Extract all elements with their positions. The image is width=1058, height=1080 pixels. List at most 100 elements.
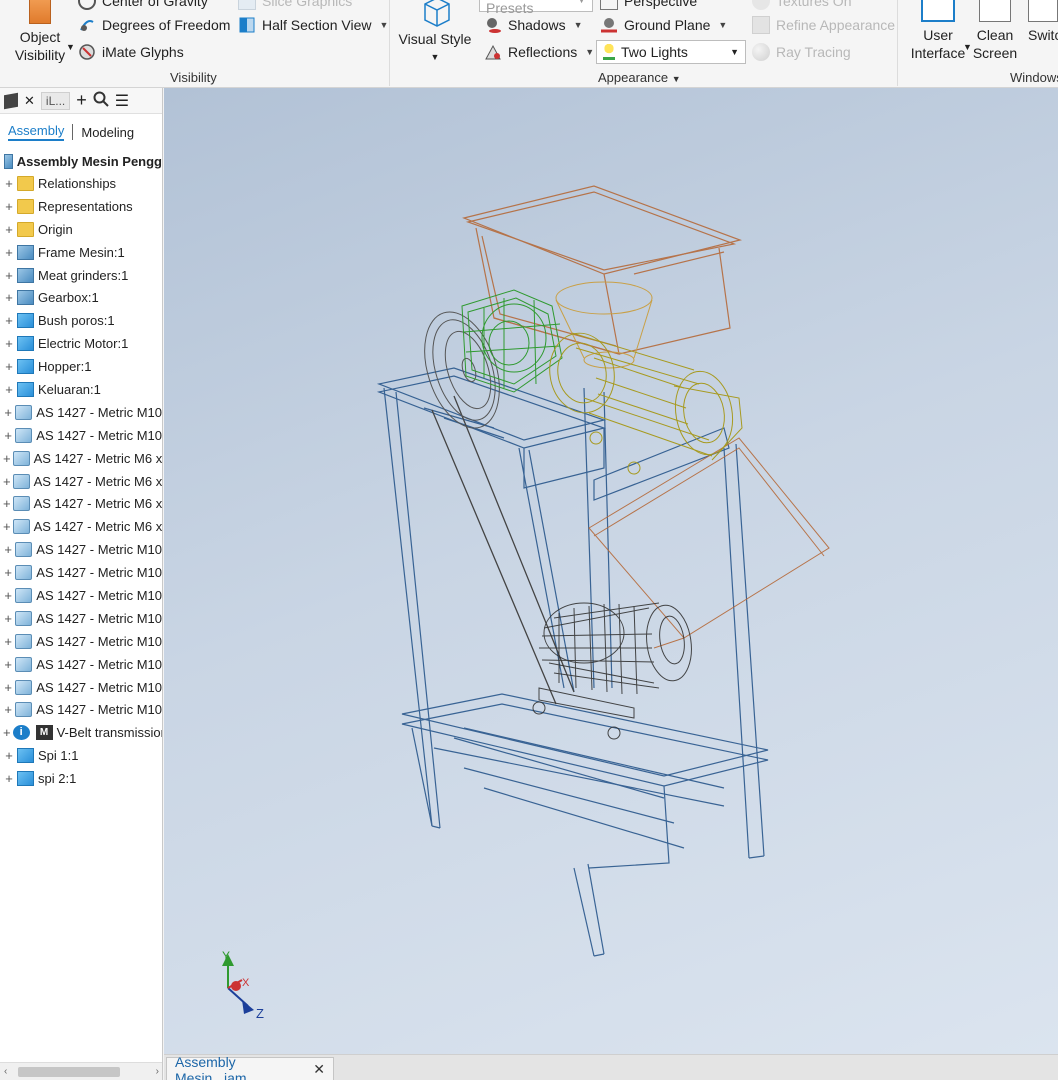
object-visibility-button[interactable]: Object Visibility <box>10 0 70 64</box>
switch-button[interactable]: Switch <box>1024 0 1058 44</box>
tree-item[interactable]: + Bush poros:1 <box>0 309 162 332</box>
close-tab-icon[interactable]: ✕ <box>313 1061 325 1078</box>
expand-icon[interactable]: + <box>3 725 11 740</box>
tree-item[interactable]: + i M V-Belt transmission <box>0 721 162 744</box>
imate-glyphs-button[interactable]: iMate Glyphs <box>78 43 184 61</box>
tree-item[interactable]: + Relationships <box>0 172 162 195</box>
tree-item[interactable]: + AS 1427 - Metric M10 <box>0 424 162 447</box>
expand-icon[interactable]: + <box>3 428 13 443</box>
expand-icon[interactable]: + <box>3 565 13 580</box>
reflections-button[interactable]: Reflections ▼ <box>484 43 594 61</box>
expand-icon[interactable]: + <box>3 382 15 397</box>
browser-close-icon[interactable]: ✕ <box>24 93 35 109</box>
shadows-caret[interactable]: ▼ <box>574 20 583 30</box>
info-icon: i <box>12 725 30 741</box>
expand-icon[interactable]: + <box>3 176 15 191</box>
expand-icon[interactable]: + <box>3 405 13 420</box>
expand-icon[interactable]: + <box>3 519 11 534</box>
tree-item[interactable]: + AS 1427 - Metric M10 <box>0 698 162 721</box>
tree-item[interactable]: + Meat grinders:1 <box>0 264 162 287</box>
visual-style-caret[interactable]: ▼ <box>398 48 472 66</box>
tree-item[interactable]: + AS 1427 - Metric M10 <box>0 584 162 607</box>
reflections-caret[interactable]: ▼ <box>585 47 594 57</box>
expand-icon[interactable]: + <box>3 474 11 489</box>
document-tab[interactable]: Assembly Mesin...iam ✕ <box>166 1054 334 1080</box>
expand-icon[interactable]: + <box>3 313 15 328</box>
shadows-button[interactable]: Shadows ▼ <box>484 16 583 34</box>
degrees-of-freedom-icon <box>78 16 96 34</box>
ground-plane-caret[interactable]: ▼ <box>718 20 727 30</box>
ground-plane-button[interactable]: Ground Plane ▼ <box>600 16 727 34</box>
expand-icon[interactable]: + <box>3 336 15 351</box>
tree-item[interactable]: + AS 1427 - Metric M10 <box>0 538 162 561</box>
visual-style-button[interactable]: Visual Style ▼ <box>398 0 472 66</box>
expand-icon[interactable]: + <box>3 634 13 649</box>
menu-icon[interactable]: ☰ <box>115 91 129 111</box>
scroll-left-icon[interactable]: ‹ <box>4 1066 7 1077</box>
tree-item[interactable]: + AS 1427 - Metric M6 x <box>0 492 162 515</box>
expand-icon[interactable]: + <box>3 657 13 672</box>
tree-item[interactable]: + AS 1427 - Metric M10 <box>0 676 162 699</box>
object-visibility-caret[interactable]: ▼ <box>66 42 75 52</box>
tree-item[interactable]: + AS 1427 - Metric M6 x <box>0 447 162 470</box>
expand-icon[interactable]: + <box>3 496 11 511</box>
expand-icon[interactable]: + <box>3 222 15 237</box>
search-icon[interactable] <box>93 91 109 110</box>
horizontal-scrollbar[interactable]: ‹ › <box>0 1062 162 1080</box>
expand-icon[interactable]: + <box>3 748 15 763</box>
tree-item[interactable]: + AS 1427 - Metric M10 <box>0 607 162 630</box>
half-section-view-caret[interactable]: ▼ <box>379 20 388 30</box>
expand-icon[interactable]: + <box>3 588 13 603</box>
expand-icon[interactable]: + <box>3 290 15 305</box>
expand-icon[interactable]: + <box>3 702 13 717</box>
scrollbar-thumb[interactable] <box>18 1067 120 1077</box>
refine-appearance-button[interactable]: Refine Appearance <box>752 16 895 34</box>
ray-tracing-button[interactable]: Ray Tracing <box>752 43 851 61</box>
tree-item[interactable]: + AS 1427 - Metric M6 x <box>0 515 162 538</box>
scroll-right-icon[interactable]: › <box>156 1066 159 1077</box>
expand-icon[interactable]: + <box>3 245 15 260</box>
model-browser: ✕ iL... + ☰ Assembly Modeling Assembly M… <box>0 88 163 1080</box>
visual-presets-dropdown[interactable]: Visual Presets ▼ <box>479 0 593 16</box>
expand-icon[interactable]: + <box>3 359 15 374</box>
tree-item[interactable]: + Spi 1:1 <box>0 744 162 767</box>
tab-modeling[interactable]: Modeling <box>81 125 134 140</box>
expand-icon[interactable]: + <box>3 268 15 283</box>
tree-item[interactable]: + spi 2:1 <box>0 767 162 790</box>
tree-item[interactable]: + AS 1427 - Metric M10 <box>0 401 162 424</box>
tree-item[interactable]: + AS 1427 - Metric M10 <box>0 561 162 584</box>
graphics-viewport[interactable]: Y X Z <box>164 88 1058 1054</box>
expand-icon[interactable]: + <box>3 451 11 466</box>
textures-on-button[interactable]: Textures On <box>752 0 851 10</box>
expand-icon[interactable]: + <box>3 199 15 214</box>
tree-item[interactable]: + AS 1427 - Metric M10 <box>0 653 162 676</box>
tree-item[interactable]: + Electric Motor:1 <box>0 332 162 355</box>
clean-screen-button[interactable]: Clean Screen <box>970 0 1020 62</box>
tree-item-label: Keluaran:1 <box>38 381 101 397</box>
tree-item[interactable]: + Representations <box>0 195 162 218</box>
tree-item[interactable]: + AS 1427 - Metric M6 x <box>0 470 162 493</box>
tree-item[interactable]: + AS 1427 - Metric M10 <box>0 630 162 653</box>
add-tab-icon[interactable]: + <box>76 90 87 111</box>
user-interface-button[interactable]: User Interface <box>908 0 968 62</box>
half-section-view-button[interactable]: Half Section View ▼ <box>238 16 388 34</box>
expand-icon[interactable]: + <box>3 611 13 626</box>
slice-graphics-button[interactable]: Slice Graphics <box>238 0 352 10</box>
expand-icon[interactable]: + <box>3 680 13 695</box>
perspective-button[interactable]: Perspective <box>600 0 697 10</box>
center-of-gravity-label: Center of Gravity <box>102 0 208 9</box>
appearance-group-label[interactable]: Appearance ▼ <box>598 70 681 85</box>
browser-tab-ilogic[interactable]: iL... <box>40 91 71 110</box>
expand-icon[interactable]: + <box>3 771 15 786</box>
tree-root[interactable]: Assembly Mesin Pengg <box>0 150 162 172</box>
tree-item[interactable]: + Frame Mesin:1 <box>0 241 162 264</box>
expand-icon[interactable]: + <box>3 542 13 557</box>
tree-item[interactable]: + Keluaran:1 <box>0 378 162 401</box>
tab-assembly[interactable]: Assembly <box>8 123 65 141</box>
tree-item[interactable]: + Origin <box>0 218 162 241</box>
lighting-dropdown[interactable]: Two Lights ▼ <box>596 40 746 64</box>
center-of-gravity-button[interactable]: Center of Gravity <box>78 0 208 10</box>
degrees-of-freedom-button[interactable]: Degrees of Freedom <box>78 16 230 34</box>
tree-item[interactable]: + Hopper:1 <box>0 355 162 378</box>
tree-item[interactable]: + Gearbox:1 <box>0 286 162 309</box>
